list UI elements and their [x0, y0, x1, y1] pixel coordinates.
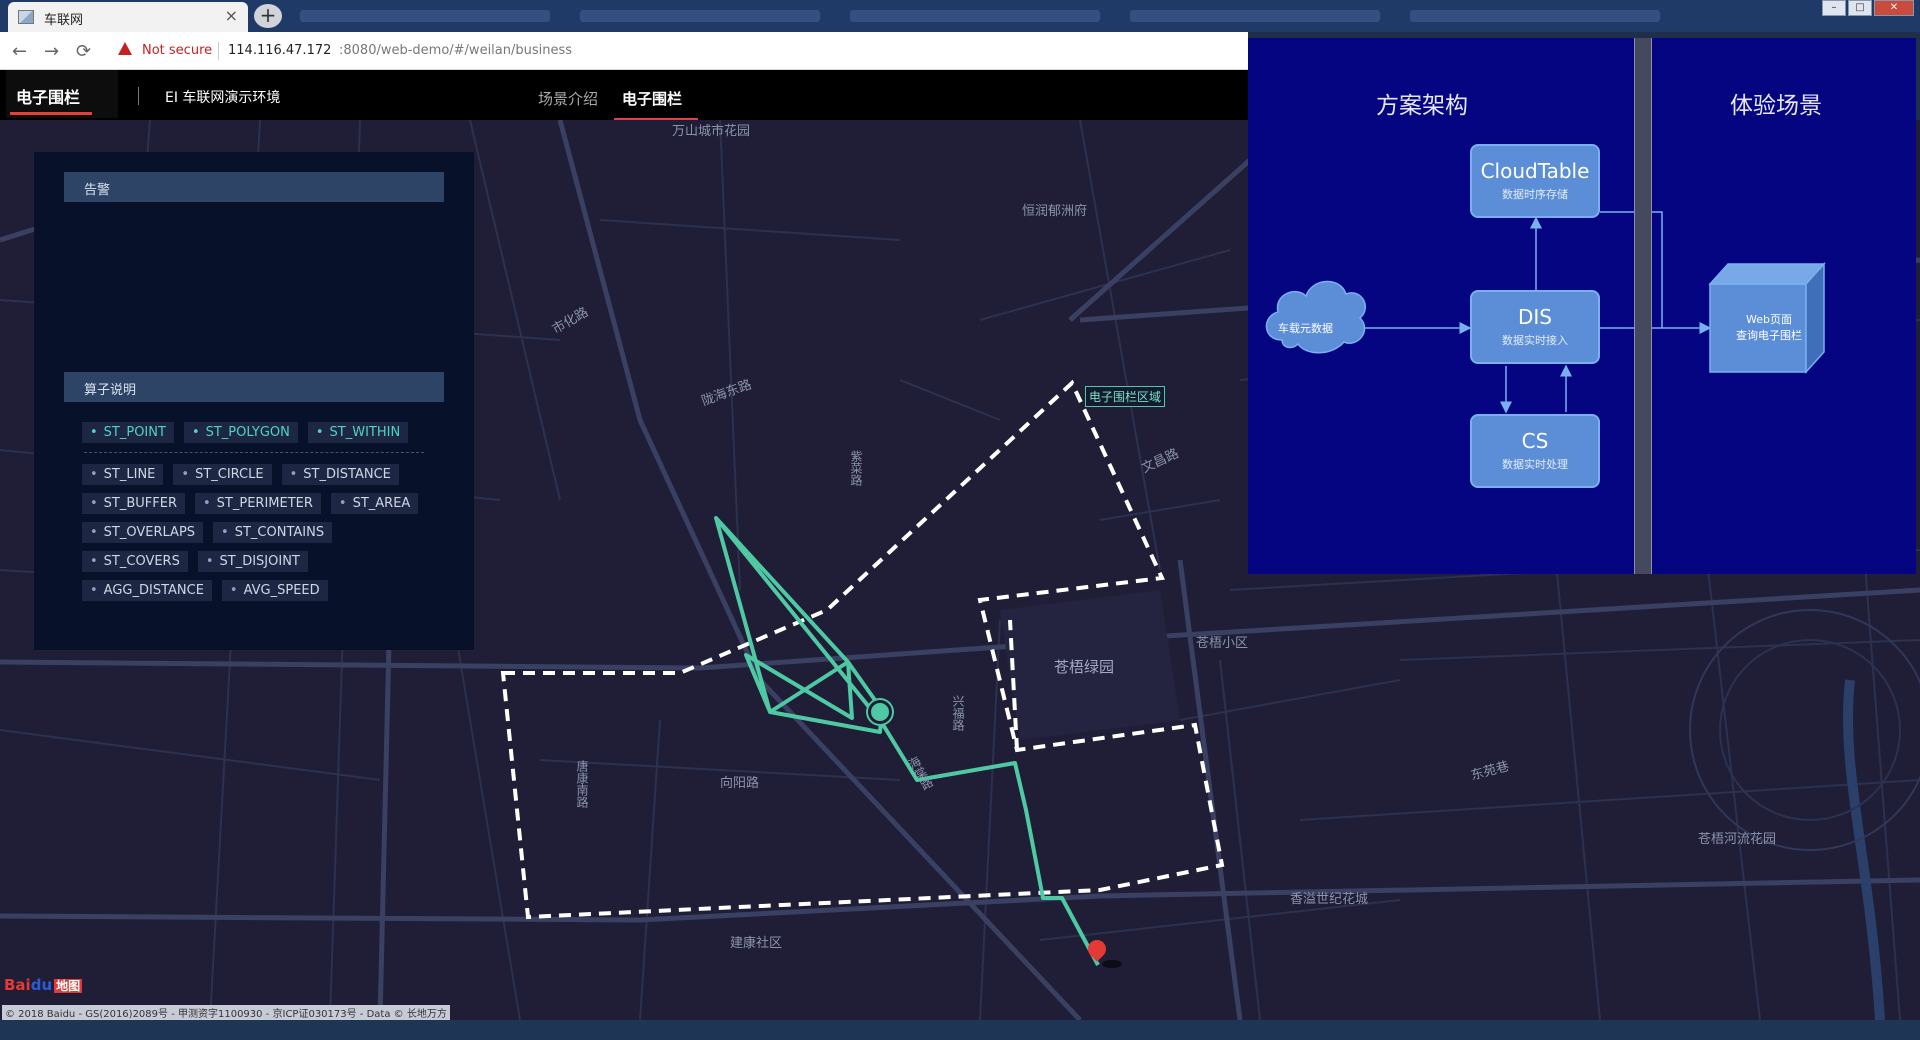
operator-tag-highlighted[interactable]: ST_POLYGON — [184, 422, 298, 443]
map-label: 恒润郁洲府 — [1022, 200, 1087, 219]
operator-tag[interactable]: AGG_DISTANCE — [82, 580, 212, 601]
pin-shadow — [1102, 960, 1122, 968]
operator-tag[interactable]: ST_DISTANCE — [282, 464, 399, 485]
cloud-label: 车载元数据 — [1278, 320, 1333, 336]
operator-tag[interactable]: ST_CONTAINS — [213, 522, 332, 543]
operator-tag-highlighted[interactable]: ST_POINT — [82, 422, 174, 443]
alert-section-header: 告警 — [64, 172, 444, 202]
river — [1848, 680, 1880, 1020]
architecture-diagram: 方案架构 体验场景 车载元数据 CloudTable 数据时序存储 DIS 数据… — [1248, 38, 1916, 574]
brand-underline — [10, 112, 92, 115]
operator-tag[interactable]: ST_BUFFER — [82, 493, 185, 514]
geofence-zone-label: 电子围栏区域 — [1085, 386, 1165, 407]
url-host[interactable]: 114.116.47.172 — [228, 43, 331, 58]
warning-icon — [118, 42, 132, 55]
baidu-map-logo[interactable]: Baidu地图 — [4, 976, 82, 994]
baidu-logo-paw: du — [31, 976, 52, 994]
operators-section-title: 算子说明 — [84, 379, 136, 398]
baidu-logo-text: Bai — [4, 976, 31, 994]
operator-tag[interactable]: ST_AREA — [331, 493, 418, 514]
map-label: 向阳路 — [720, 772, 759, 791]
other-tab[interactable] — [1130, 10, 1380, 22]
other-tabs — [290, 6, 1730, 26]
forward-icon[interactable]: → — [44, 41, 59, 62]
operator-tag[interactable]: AVG_SPEED — [222, 580, 328, 601]
map-label: 苍梧河流花园 — [1698, 828, 1776, 847]
baidu-logo-tag: 地图 — [54, 979, 82, 993]
browser-tab-bar: 车联网 × + – □ ✕ — [0, 0, 1920, 32]
other-tab[interactable] — [580, 10, 820, 22]
address-separator — [218, 42, 219, 60]
favicon-icon — [18, 10, 34, 24]
taskbar-strip — [0, 1020, 1920, 1040]
operator-tag[interactable]: ST_CIRCLE — [173, 464, 271, 485]
brand[interactable]: 电子围栏 — [6, 70, 118, 118]
map-label: 苍梧小区 — [1196, 632, 1248, 651]
map-label: 苍梧绿园 — [1054, 656, 1114, 677]
operator-tag[interactable]: ST_PERIMETER — [195, 493, 321, 514]
other-tab[interactable] — [1410, 10, 1660, 22]
map-label: 万山城市花园 — [672, 120, 750, 139]
web-cube-line2: 查询电子围栏 — [1714, 328, 1824, 344]
ring-road — [1690, 610, 1920, 850]
operator-tag-highlighted[interactable]: ST_WITHIN — [308, 422, 408, 443]
operators-section-header: 算子说明 — [64, 372, 444, 402]
info-panel: 告警 算子说明 ST_POINT ST_POLYGON ST_WITHIN ST… — [34, 152, 474, 650]
address-bar: ← → ⟳ Not secure 114.116.47.172 :8080/we… — [0, 32, 1248, 70]
browser-tab[interactable]: 车联网 × — [8, 2, 248, 32]
operator-tag[interactable]: ST_OVERLAPS — [82, 522, 203, 543]
other-tab[interactable] — [850, 10, 1100, 22]
alert-section-title: 告警 — [84, 179, 110, 198]
operator-tag[interactable]: ST_DISJOINT — [198, 551, 308, 572]
dis-name: DIS — [1472, 305, 1598, 329]
back-icon[interactable]: ← — [12, 41, 27, 62]
architecture-title: 方案架构 — [1376, 86, 1468, 120]
header-divider — [138, 87, 139, 105]
map-label: 建康社区 — [730, 932, 782, 951]
operator-tag[interactable]: ST_LINE — [82, 464, 163, 485]
map-label: 兴福路 — [950, 695, 967, 731]
operator-list: ST_LINE ST_CIRCLE ST_DISTANCE ST_BUFFER … — [82, 464, 432, 601]
cs-box: CS 数据实时处理 — [1470, 414, 1600, 488]
experience-title: 体验场景 — [1730, 86, 1822, 120]
reload-icon[interactable]: ⟳ — [76, 41, 91, 62]
map-copyright: © 2018 Baidu - GS(2016)2089号 - 甲测资字11009… — [2, 1005, 450, 1020]
other-tab[interactable] — [300, 10, 550, 22]
map-label: 香溢世纪花城 — [1290, 888, 1368, 907]
dis-desc: 数据实时接入 — [1472, 332, 1598, 348]
url-path[interactable]: :8080/web-demo/#/weilan/business — [339, 43, 572, 58]
tab-scene-intro[interactable]: 场景介绍 — [538, 88, 598, 109]
security-indicator[interactable]: Not secure — [142, 43, 212, 58]
window-controls: – □ ✕ — [1822, 0, 1914, 16]
tab-title: 车联网 — [44, 9, 83, 28]
cloud-shape — [1266, 281, 1365, 352]
web-cube-line1: Web页面 — [1714, 312, 1824, 328]
new-tab-button[interactable]: + — [254, 4, 282, 28]
vehicle-marker-icon[interactable] — [868, 700, 892, 724]
cloudtable-desc: 数据时序存储 — [1472, 186, 1598, 202]
operator-divider — [84, 452, 424, 453]
highlighted-operator-list: ST_POINT ST_POLYGON ST_WITHIN — [82, 422, 432, 443]
minimize-button[interactable]: – — [1822, 0, 1846, 16]
close-window-button[interactable]: ✕ — [1874, 0, 1914, 16]
app-header: 电子围栏 EI 车联网演示环境 场景介绍 电子围栏 — [0, 70, 1248, 120]
map-label: 紫菜路 — [848, 450, 865, 486]
web-cube-label: Web页面 查询电子围栏 — [1714, 312, 1824, 344]
map-label: 唐康南路 — [574, 760, 591, 808]
cloudtable-name: CloudTable — [1472, 159, 1598, 183]
cs-name: CS — [1472, 429, 1598, 453]
close-tab-icon[interactable]: × — [225, 6, 238, 25]
ring-road-inner — [1720, 640, 1900, 820]
tab-geofence[interactable]: 电子围栏 — [622, 88, 682, 109]
cloudtable-box: CloudTable 数据时序存储 — [1470, 144, 1600, 218]
operator-tag[interactable]: ST_COVERS — [82, 551, 188, 572]
dis-box: DIS 数据实时接入 — [1470, 290, 1600, 364]
maximize-button[interactable]: □ — [1848, 0, 1872, 16]
environment-title: EI 车联网演示环境 — [165, 87, 280, 107]
brand-title: 电子围栏 — [16, 84, 80, 108]
cs-desc: 数据实时处理 — [1472, 456, 1598, 472]
architecture-divider — [1634, 38, 1652, 574]
